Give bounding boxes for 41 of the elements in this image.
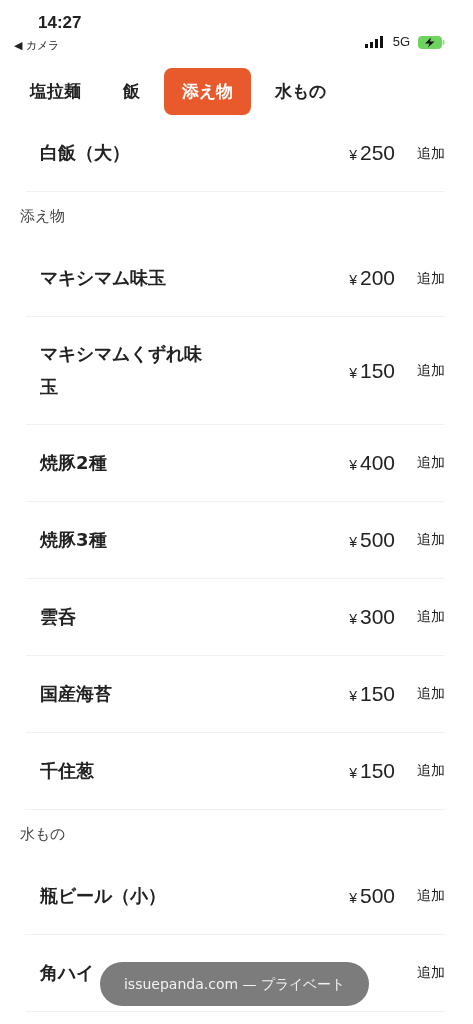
signal-icon	[364, 36, 385, 48]
item-price: ¥500	[348, 882, 395, 909]
section-heading: 添え物	[19, 206, 66, 227]
item-price: ¥150	[348, 757, 395, 784]
category-tab[interactable]: 飯	[105, 68, 158, 115]
back-link[interactable]: ◀ カメラ	[14, 37, 82, 54]
url-pill[interactable]: issuepanda.com — プライベート	[100, 962, 369, 1006]
category-tab[interactable]: 添え物	[164, 68, 251, 115]
item-price: ¥500	[348, 526, 395, 553]
add-button[interactable]: 追加	[395, 359, 445, 381]
add-button[interactable]: 追加	[395, 529, 445, 551]
add-button[interactable]: 追加	[395, 683, 445, 705]
item-name: 雲呑	[40, 604, 76, 629]
item-name: マキシマム味玉	[40, 266, 166, 291]
add-button[interactable]: 追加	[395, 885, 445, 907]
section-heading: 水もの	[19, 823, 66, 845]
item-price: ¥150	[348, 357, 395, 384]
item-name: 角ハイ	[40, 960, 94, 985]
item-name: マキシマムくずれ味玉	[40, 342, 203, 400]
battery-charging-icon	[418, 35, 445, 49]
item-name: 千住葱	[40, 758, 94, 783]
item-name: 国産海苔	[40, 681, 112, 706]
item-name: 焼豚2種	[40, 450, 107, 475]
item-name: 白飯（大）	[40, 141, 130, 166]
item-price: ¥200	[348, 265, 395, 292]
network-label: 5G	[392, 33, 410, 52]
add-button[interactable]: 追加	[395, 962, 445, 984]
add-button[interactable]: 追加	[395, 267, 445, 289]
add-button[interactable]: 追加	[395, 606, 445, 628]
add-button[interactable]: 追加	[395, 452, 445, 474]
item-name: 焼豚3種	[40, 527, 107, 552]
item-price: ¥250	[348, 140, 395, 167]
item-price: ¥300	[348, 603, 395, 630]
status-time: 14:27	[38, 12, 82, 34]
add-button[interactable]: 追加	[395, 142, 445, 164]
item-price: ¥150	[348, 680, 395, 707]
item-price: ¥400	[348, 449, 395, 476]
category-tab[interactable]: 水もの	[257, 68, 344, 115]
item-name: 瓶ビール（小）	[40, 883, 166, 908]
add-button[interactable]: 追加	[395, 760, 445, 782]
category-tab[interactable]: 塩拉麺	[12, 68, 99, 115]
